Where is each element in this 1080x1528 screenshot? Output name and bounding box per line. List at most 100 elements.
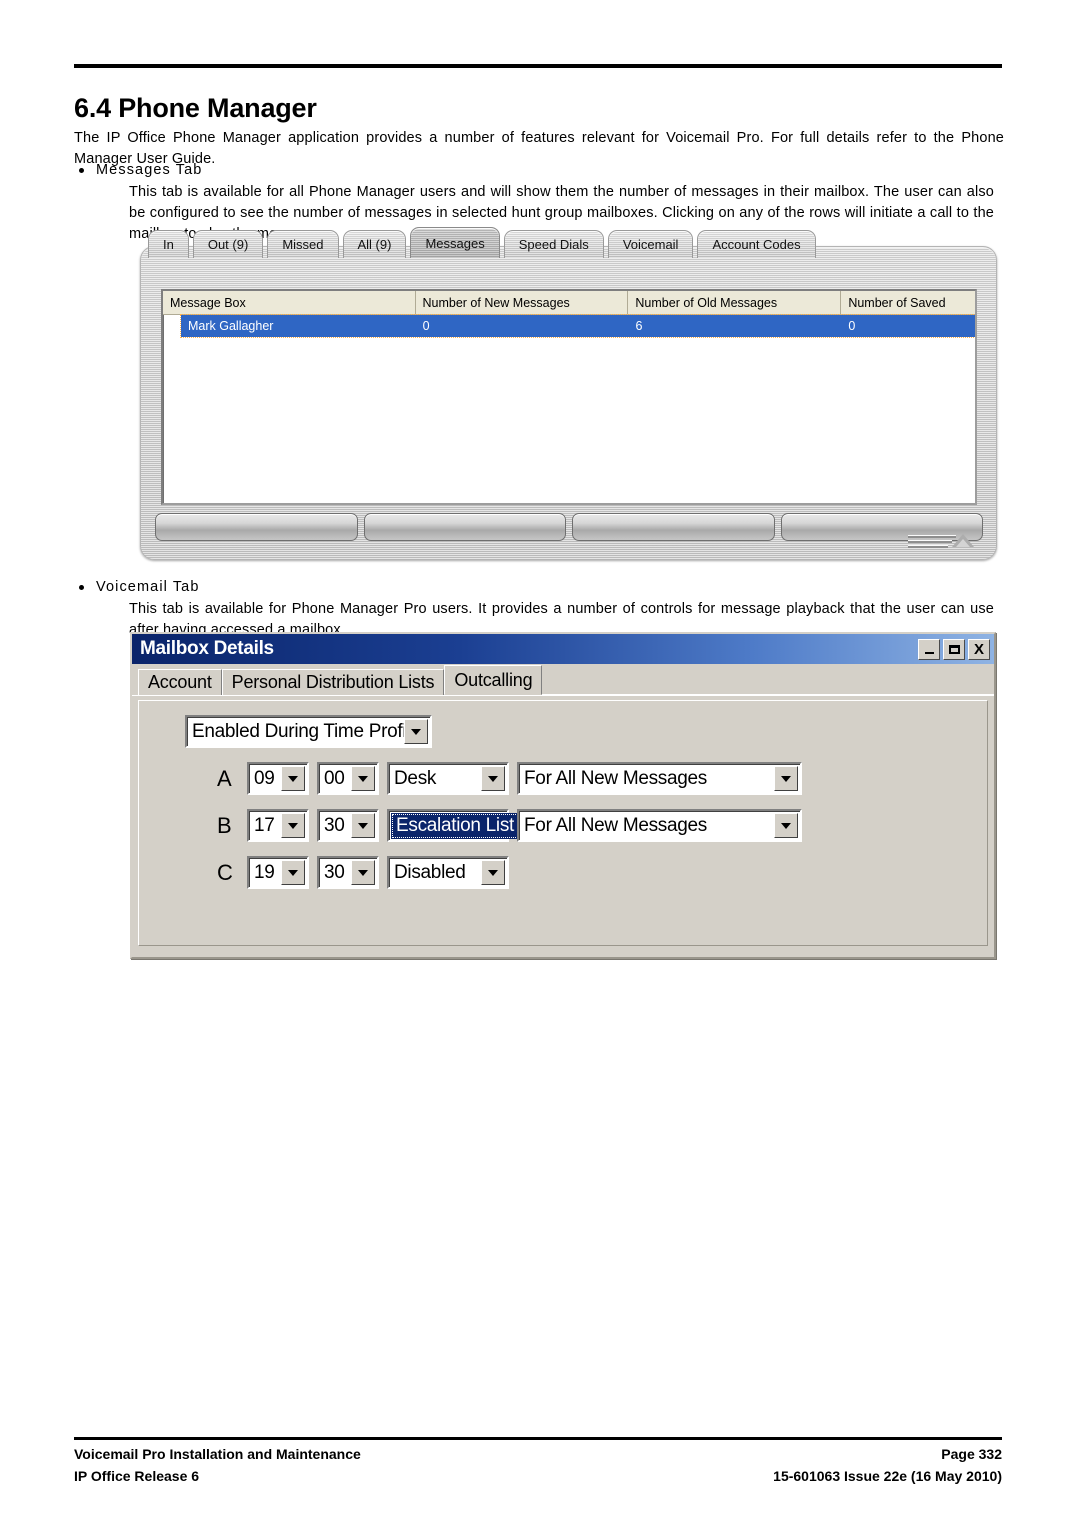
- outcalling-row-b-minute-select[interactable]: 30: [317, 809, 379, 842]
- outcalling-row-c-label: C: [217, 859, 233, 885]
- outcalling-row-a-destination-select[interactable]: Desk: [387, 762, 509, 795]
- outcalling-row-b-destination-select[interactable]: Escalation List: [387, 809, 544, 842]
- document-page: 6.4 Phone Manager The IP Office Phone Ma…: [0, 0, 1080, 1528]
- phone-manager-tab-strip: In Out (9) Missed All (9) Messages Speed…: [148, 227, 820, 258]
- outcalling-row-c: C 19 30 Disabled: [139, 856, 987, 889]
- chevron-down-icon[interactable]: [281, 860, 305, 885]
- outcalling-row-a-hour-value: 09: [254, 767, 275, 789]
- messages-grid-header: Message Box Number of New Messages Numbe…: [163, 291, 975, 315]
- tab-all[interactable]: All (9): [342, 230, 407, 258]
- outcalling-profile-select[interactable]: Enabled During Time Profile: [185, 715, 432, 748]
- chevron-down-icon[interactable]: [404, 719, 428, 744]
- tab-personal-distribution-lists[interactable]: Personal Distribution Lists: [221, 669, 445, 695]
- bullet-heading-text: Voicemail Tab: [96, 579, 200, 595]
- outcalling-row-a-label: A: [217, 765, 232, 791]
- chevron-down-icon[interactable]: [351, 766, 375, 791]
- footer-left: Voicemail Pro Installation and Maintenan…: [74, 1444, 361, 1487]
- soft-key-3[interactable]: [572, 513, 775, 541]
- bullet-heading-text: Messages Tab: [96, 162, 203, 178]
- dialog-tab-strip: Account Personal Distribution Lists Outc…: [132, 664, 994, 696]
- outcalling-row-c-hour-value: 19: [254, 861, 275, 883]
- tab-strip-filler: [542, 669, 994, 695]
- cell-old-messages: 6: [635, 319, 643, 333]
- outcalling-row-b-hour-value: 17: [254, 814, 275, 836]
- footer-page-number: Page 332: [941, 1446, 1002, 1462]
- outcalling-row-a-minute-select[interactable]: 00: [317, 762, 379, 795]
- outcalling-row-a: A 09 00 Desk For All New Messages: [139, 762, 987, 795]
- page-title: 6.4 Phone Manager: [74, 93, 317, 124]
- outcalling-row-a-minute-value: 00: [324, 767, 345, 789]
- minimize-icon: [924, 651, 934, 654]
- soft-key-2[interactable]: [363, 513, 566, 541]
- footer-release: IP Office Release 6: [74, 1467, 200, 1484]
- tab-in[interactable]: In: [148, 230, 189, 258]
- outcalling-row-c-minute-select[interactable]: 30: [317, 856, 379, 889]
- outcalling-row-b-minute-value: 30: [324, 814, 345, 836]
- tab-speed-dials[interactable]: Speed Dials: [503, 230, 604, 258]
- cell-saved-messages: 0: [848, 319, 856, 333]
- outcalling-row-b: B 17 30 Escalation List For All New Mess…: [139, 809, 987, 842]
- outcalling-row-b-destination-value: Escalation List: [391, 812, 520, 839]
- tab-account-codes[interactable]: Account Codes: [697, 230, 816, 258]
- window-button-group: X: [918, 638, 990, 660]
- phone-manager-screenshot: Message Box Number of New Messages Numbe…: [140, 227, 997, 560]
- column-header-message-box[interactable]: Message Box: [163, 291, 416, 314]
- outcalling-row-a-condition-select[interactable]: For All New Messages: [517, 762, 802, 795]
- tab-account[interactable]: Account: [138, 669, 222, 695]
- close-icon: X: [973, 640, 984, 658]
- bullet-dot-icon: [79, 168, 84, 173]
- soft-key-1[interactable]: [155, 513, 358, 541]
- chevron-down-icon[interactable]: [281, 813, 305, 838]
- soft-key-row: [155, 513, 983, 541]
- bullet-dot-icon: [79, 585, 84, 590]
- tab-messages[interactable]: Messages: [410, 227, 500, 258]
- footer-issue: 15-601063 Issue 22e (16 May 2010): [773, 1467, 1002, 1484]
- table-row[interactable]: Mark Gallagher 0 6 0: [180, 314, 975, 338]
- tab-missed[interactable]: Missed: [267, 230, 339, 258]
- chevron-down-icon[interactable]: [774, 766, 798, 791]
- avaya-logo-icon: [908, 531, 976, 551]
- bullet-heading: Messages Tab: [74, 160, 994, 182]
- maximize-button[interactable]: [943, 638, 965, 660]
- chevron-down-icon[interactable]: [281, 766, 305, 791]
- outcalling-row-b-label: B: [217, 812, 232, 838]
- outcalling-row-c-destination-value: Disabled: [394, 861, 466, 883]
- chevron-down-icon[interactable]: [481, 860, 505, 885]
- dialog-title-bar[interactable]: Mailbox Details X: [132, 634, 994, 664]
- outcalling-row-a-condition-value: For All New Messages: [524, 767, 708, 789]
- mailbox-details-dialog: Mailbox Details X Account Personal Distr…: [130, 632, 996, 959]
- tab-voicemail[interactable]: Voicemail: [607, 230, 694, 258]
- tab-out[interactable]: Out (9): [192, 230, 264, 258]
- close-button[interactable]: X: [968, 638, 990, 660]
- chevron-down-icon[interactable]: [774, 813, 798, 838]
- cell-new-messages: 0: [422, 319, 430, 333]
- outcalling-row-a-destination-value: Desk: [394, 767, 437, 789]
- footer-document-title: Voicemail Pro Installation and Maintenan…: [74, 1446, 361, 1462]
- tab-outcalling[interactable]: Outcalling: [444, 665, 543, 695]
- outcalling-panel: Enabled During Time Profile A 09 00 Desk: [138, 700, 988, 946]
- cell-message-box: Mark Gallagher: [188, 319, 274, 333]
- footer-right: Page 332 15-601063 Issue 22e (16 May 201…: [773, 1444, 1002, 1487]
- chevron-down-icon[interactable]: [351, 813, 375, 838]
- outcalling-row-c-minute-value: 30: [324, 861, 345, 883]
- maximize-icon: [948, 644, 960, 654]
- page-footer: Voicemail Pro Installation and Maintenan…: [74, 1444, 1002, 1487]
- minimize-button[interactable]: [918, 638, 940, 660]
- chevron-down-icon[interactable]: [481, 766, 505, 791]
- footer-rule: [74, 1437, 1002, 1440]
- chevron-down-icon[interactable]: [351, 860, 375, 885]
- outcalling-row-c-destination-select[interactable]: Disabled: [387, 856, 509, 889]
- outcalling-row-b-hour-select[interactable]: 17: [247, 809, 309, 842]
- phone-manager-window: Message Box Number of New Messages Numbe…: [140, 246, 997, 560]
- column-header-saved-messages[interactable]: Number of Saved: [841, 291, 975, 314]
- dialog-title: Mailbox Details: [140, 638, 274, 659]
- column-header-old-messages[interactable]: Number of Old Messages: [628, 291, 842, 314]
- outcalling-row-b-condition-value: For All New Messages: [524, 814, 708, 836]
- outcalling-profile-value: Enabled During Time Profile: [192, 720, 404, 742]
- outcalling-row-b-condition-select[interactable]: For All New Messages: [517, 809, 802, 842]
- outcalling-row-a-hour-select[interactable]: 09: [247, 762, 309, 795]
- column-header-new-messages[interactable]: Number of New Messages: [416, 291, 629, 314]
- header-rule: [74, 64, 1002, 68]
- bullet-heading: Voicemail Tab: [74, 577, 994, 599]
- outcalling-row-c-hour-select[interactable]: 19: [247, 856, 309, 889]
